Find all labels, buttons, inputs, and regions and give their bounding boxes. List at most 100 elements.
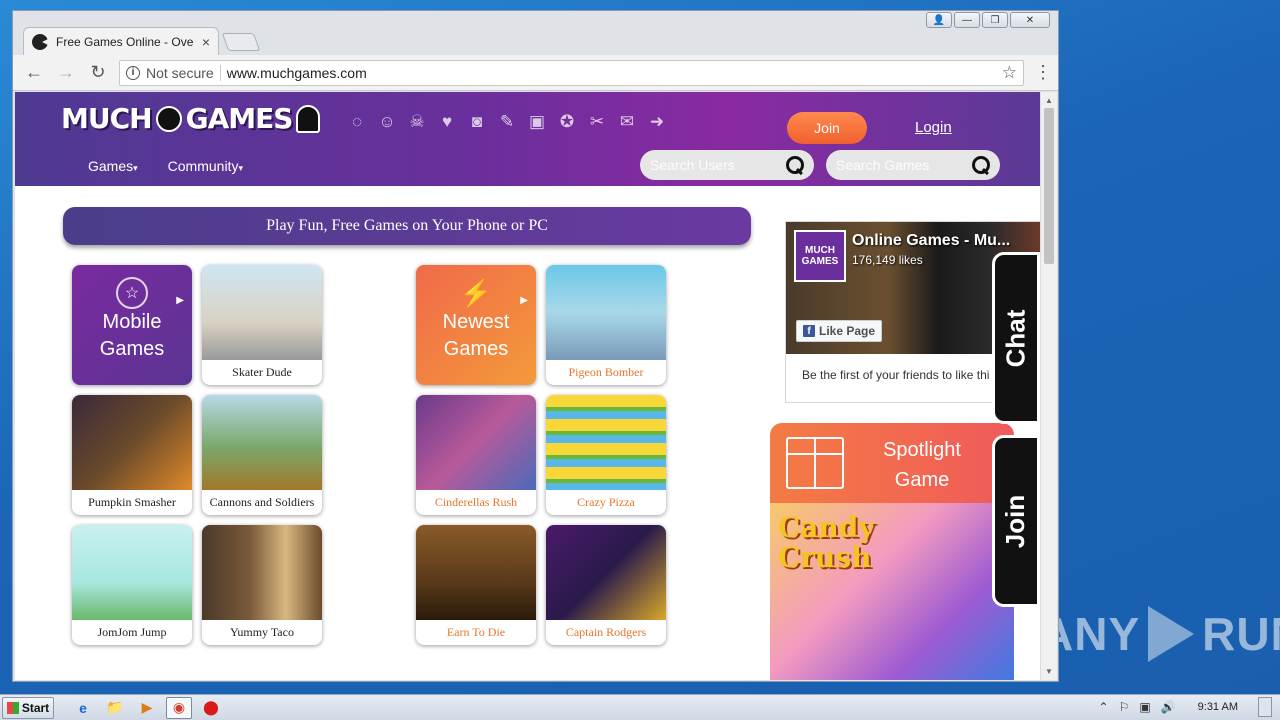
mobile-games-tile[interactable]: ☆ ▶ Mobile Games <box>72 265 192 385</box>
newest-games-tile[interactable]: ⚡ ▶ Newest Games <box>416 265 536 385</box>
opera-icon[interactable]: ⬤ <box>198 697 224 719</box>
nav-community-label: Community <box>167 158 239 174</box>
network-icon[interactable]: ▣ <box>1139 700 1150 714</box>
url-text[interactable]: www.muchgames.com <box>227 65 996 81</box>
join-label: Join <box>1000 494 1031 548</box>
volume-icon[interactable]: 🔊 <box>1161 700 1176 714</box>
rss-icon[interactable]: ◌ <box>347 112 367 132</box>
minimize-button[interactable]: — <box>954 12 980 28</box>
play-triangle-icon <box>1148 606 1195 662</box>
nav-games[interactable]: Games▾ <box>88 158 138 174</box>
mobile-games-line2: Games <box>99 338 165 360</box>
game-tile[interactable]: Crazy Pizza <box>546 395 666 515</box>
scroll-down-icon[interactable]: ▼ <box>1045 667 1053 676</box>
game-thumbnail <box>546 265 666 360</box>
chat-side-tab[interactable]: Chat <box>992 252 1040 424</box>
browser-menu-icon[interactable]: ⋮ <box>1034 62 1052 83</box>
alien-icon[interactable]: ☺ <box>377 112 397 132</box>
internet-explorer-icon[interactable]: e <box>70 697 96 719</box>
facebook-page-logo[interactable]: MUCH GAMES <box>794 230 846 282</box>
candy-crush-word2: Crush <box>778 541 872 574</box>
browser-tab[interactable]: Free Games Online - Over 2 × <box>23 27 219 55</box>
game-tile[interactable]: Pumpkin Smasher <box>72 395 192 515</box>
reload-icon[interactable]: ↻ <box>87 62 109 84</box>
address-bar[interactable]: i Not secure www.muchgames.com ☆ <box>119 59 1024 86</box>
game-tile[interactable]: Cinderellas Rush <box>416 395 536 515</box>
media-player-icon[interactable]: ▶ <box>134 697 160 719</box>
pencil-icon[interactable]: ✎ <box>497 112 517 132</box>
show-hidden-icons-icon[interactable]: ⌃ <box>1099 700 1109 714</box>
spotlight-title: Spotlight Game <box>860 435 984 495</box>
vertical-scrollbar[interactable]: ▲ ▼ <box>1040 92 1057 680</box>
game-title: Crazy Pizza <box>577 495 635 509</box>
search-games-input[interactable]: Search Games <box>826 150 1000 180</box>
new-tab-button[interactable] <box>221 33 261 51</box>
gift-icon[interactable]: ▣ <box>527 112 547 132</box>
anyrun-watermark: ANY RUN <box>1040 606 1280 662</box>
game-thumbnail <box>72 525 192 620</box>
candy-crush-thumbnail[interactable]: Candy Crush <box>770 503 1014 680</box>
star-icon: ☆ <box>116 277 148 309</box>
game-thumbnail <box>546 525 666 620</box>
logout-icon[interactable]: ➜ <box>647 112 667 132</box>
info-icon[interactable]: i <box>126 65 140 80</box>
muchgames-logo[interactable]: MUCH GAMES <box>61 102 321 135</box>
heart-icon[interactable]: ♥ <box>437 112 457 132</box>
site-header: MUCH GAMES ◌ ☺ ☠ ♥ ◙ ✎ ▣ ✪ ✂ ✉ ➜ Join Login Games▾… <box>15 92 1040 186</box>
candy-crush-logo: Candy Crush <box>778 513 875 573</box>
game-title: Yummy Taco <box>230 625 294 639</box>
back-icon[interactable]: ← <box>23 62 45 84</box>
watermark-right: RUN <box>1202 608 1280 660</box>
mail-icon[interactable]: ✉ <box>617 112 637 132</box>
action-center-flag-icon[interactable]: ⚐ <box>1119 700 1130 714</box>
facebook-page-name[interactable]: Online Games - Mu... <box>852 232 1010 250</box>
join-button[interactable]: Join <box>787 112 867 144</box>
tab-close-icon[interactable]: × <box>202 34 210 50</box>
join-side-tab[interactable]: Join <box>992 435 1040 607</box>
file-explorer-icon[interactable]: 📁 <box>102 697 128 719</box>
logo-much: MUCH <box>61 102 153 135</box>
game-title: JomJom Jump <box>97 625 167 639</box>
nav-community[interactable]: Community▾ <box>168 158 243 174</box>
search-users-input[interactable]: Search Users <box>640 150 814 180</box>
clock-time[interactable]: 9:31 AM <box>1198 701 1238 713</box>
skulls-icon[interactable]: ☠ <box>407 112 427 132</box>
maximize-button[interactable]: ❐ <box>982 12 1008 28</box>
start-button[interactable]: Start <box>2 696 54 719</box>
game-tile[interactable]: Skater Dude <box>202 265 322 385</box>
windows-taskbar: Start e 📁 ▶ ◉ ⬤ ⌃ ⚐ ▣ 🔊 9:31 AM <box>0 694 1280 720</box>
pacman-logo-icon <box>155 105 182 132</box>
scrollbar-thumb[interactable] <box>1044 108 1054 264</box>
chrome-icon[interactable]: ◉ <box>166 696 192 719</box>
bookmark-star-icon[interactable]: ☆ <box>1002 63 1017 83</box>
close-window-button[interactable]: ✕ <box>1010 12 1050 28</box>
game-tile[interactable]: Captain Rodgers <box>546 525 666 645</box>
scroll-up-icon[interactable]: ▲ <box>1045 96 1053 105</box>
login-link[interactable]: Login <box>915 119 952 136</box>
show-desktop-button[interactable] <box>1258 697 1272 717</box>
forward-icon[interactable]: → <box>55 62 77 84</box>
user-icon[interactable]: 👤 <box>926 12 952 28</box>
arrow-right-icon: ▶ <box>520 295 528 306</box>
page-viewport: MUCH GAMES ◌ ☺ ☠ ♥ ◙ ✎ ▣ ✪ ✂ ✉ ➜ Join Login Games▾… <box>15 92 1040 680</box>
candy-crush-word1: Candy <box>778 511 875 544</box>
search-icon[interactable] <box>786 156 804 174</box>
tools-icon[interactable]: ✂ <box>587 112 607 132</box>
game-tile[interactable]: Earn To Die <box>416 525 536 645</box>
camera-icon[interactable]: ◙ <box>467 112 487 132</box>
game-tile[interactable]: Pigeon Bomber <box>546 265 666 385</box>
newest-games-line2: Games <box>443 338 509 360</box>
game-tile[interactable]: Yummy Taco <box>202 525 322 645</box>
game-tile[interactable]: Cannons and Soldiers <box>202 395 322 515</box>
address-separator <box>219 64 221 81</box>
spotlight-game-panel[interactable]: Spotlight Game Candy Crush <box>770 423 1014 680</box>
browser-window: 👤 — ❐ ✕ Free Games Online - Over 2 × ← →… <box>12 10 1059 682</box>
lightning-icon: ⚡ <box>459 277 493 308</box>
search-icon[interactable] <box>972 156 990 174</box>
game-title: Skater Dude <box>232 365 292 379</box>
spotlight-header: Spotlight Game <box>770 423 1014 503</box>
medal-icon[interactable]: ✪ <box>557 112 577 132</box>
game-tile[interactable]: JomJom Jump <box>72 525 192 645</box>
facebook-like-button[interactable]: f Like Page <box>796 320 883 342</box>
start-label: Start <box>21 700 50 715</box>
